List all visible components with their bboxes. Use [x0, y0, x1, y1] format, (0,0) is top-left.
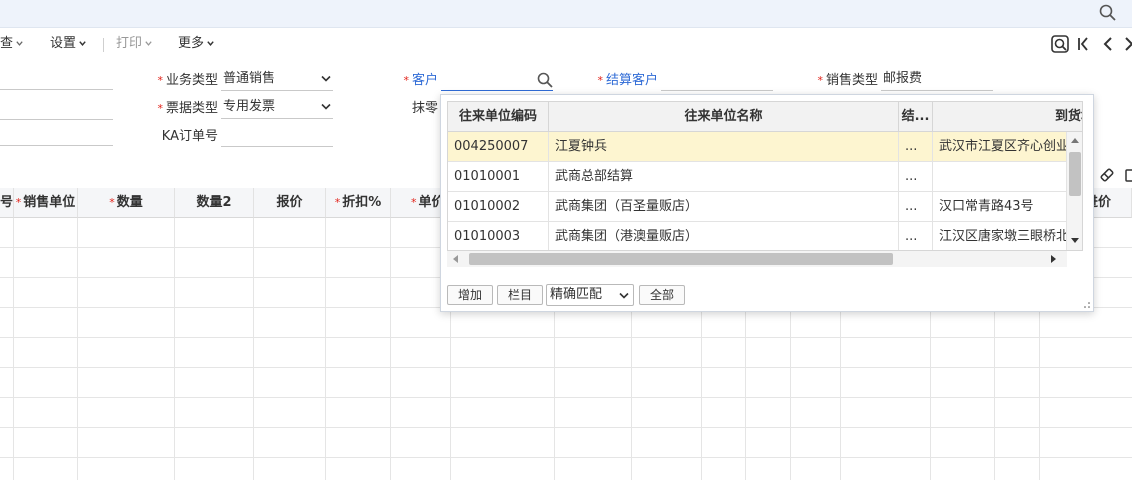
- customer-lookup-table: 往来单位编码 往来单位名称 结... 到货地 004250007 江夏钟兵 ..…: [447, 101, 1083, 251]
- cell-settle: ...: [899, 222, 933, 250]
- grid-header-cost-price: 进价: [1091, 188, 1132, 218]
- eraser-icon[interactable]: [1098, 166, 1116, 184]
- next-record-icon[interactable]: [1122, 34, 1132, 54]
- sales-type-label: * 销售类型: [817, 73, 878, 88]
- table-row[interactable]: [0, 308, 1132, 338]
- chevron-down-icon: [79, 41, 86, 46]
- cell-address: 江汉区唐家墩三眼桥北: [933, 222, 1068, 250]
- chevron-down-icon: [16, 41, 23, 46]
- grid-header-quote: 报价: [254, 188, 326, 218]
- cell-settle: ...: [899, 132, 933, 162]
- ka-order-label: KA订单号: [161, 129, 218, 144]
- list-item[interactable]: 01010002 武商集团（百圣量贩店） ... 汉口常青路43号: [448, 192, 1068, 222]
- settle-customer-input[interactable]: [661, 69, 773, 91]
- grid-header-seq: 号: [0, 188, 14, 218]
- toolbar-settings-button[interactable]: 设置: [50, 35, 87, 53]
- table-row[interactable]: [0, 338, 1132, 368]
- copy-icon[interactable]: [1124, 166, 1132, 184]
- cell-address: 武汉市江夏区齐心创业: [933, 132, 1068, 162]
- toolbar-query-button[interactable]: 查: [0, 35, 24, 53]
- cell-address: [933, 162, 1068, 192]
- cell-address: 汉口常青路43号: [933, 192, 1068, 222]
- vertical-scroll-thumb[interactable]: [1069, 152, 1081, 196]
- cell-name: 武商集团（港澳量贩店）: [549, 222, 899, 250]
- grid-header-quantity2: 数量2: [175, 188, 254, 218]
- chevron-down-icon: [145, 41, 152, 46]
- customer-lookup-popup: 往来单位编码 往来单位名称 结... 到货地 004250007 江夏钟兵 ..…: [440, 94, 1094, 312]
- grid-divider: [77, 218, 78, 480]
- settle-customer-label: * 结算客户: [597, 73, 658, 88]
- cell-name: 武商集团（百圣量贩店）: [549, 192, 899, 222]
- scroll-left-icon[interactable]: [453, 255, 458, 263]
- show-all-button[interactable]: 全部: [639, 285, 685, 305]
- toolbar-print-button[interactable]: 打印: [116, 35, 153, 53]
- table-row[interactable]: [0, 368, 1132, 398]
- customer-label: * 客户: [403, 73, 438, 88]
- add-button[interactable]: 增加: [447, 285, 493, 305]
- popup-header-code: 往来单位编码: [448, 102, 549, 132]
- cell-code: 01010002: [448, 192, 549, 222]
- grid-header-discount: * 折扣%: [326, 188, 391, 218]
- chevron-down-icon: [207, 41, 214, 46]
- toolbar-divider: [103, 38, 104, 52]
- columns-button[interactable]: 栏目: [497, 285, 543, 305]
- cell-code: 01010001: [448, 162, 549, 192]
- grid-divider: [253, 218, 254, 480]
- match-mode-select[interactable]: 精确匹配: [546, 284, 634, 306]
- first-record-icon[interactable]: [1074, 34, 1094, 54]
- left-field-3[interactable]: [0, 124, 113, 146]
- table-row[interactable]: [0, 428, 1132, 458]
- horizontal-scroll-thumb[interactable]: [469, 253, 893, 265]
- previous-record-icon[interactable]: [1098, 34, 1118, 54]
- rounding-label: 抹零: [411, 101, 438, 116]
- search-icon[interactable]: [1098, 3, 1118, 23]
- horizontal-scrollbar[interactable]: [447, 251, 1067, 267]
- sales-type-input[interactable]: 邮报费: [881, 69, 993, 91]
- chevron-down-icon: [321, 103, 331, 110]
- list-item[interactable]: 01010003 武商集团（港澳量贩店） ... 江汉区唐家墩三眼桥北: [448, 222, 1068, 250]
- resize-grip-icon[interactable]: [1084, 302, 1090, 308]
- left-field-1[interactable]: [0, 68, 113, 90]
- business-type-label: * 业务类型: [157, 73, 218, 88]
- grid-header-sales-unit: * 销售单位: [14, 188, 78, 218]
- cell-name: 武商总部结算: [549, 162, 899, 192]
- list-item[interactable]: 01010001 武商总部结算 ...: [448, 162, 1068, 192]
- cell-settle: ...: [899, 162, 933, 192]
- find-icon[interactable]: [1050, 34, 1070, 54]
- cell-name: 江夏钟兵: [549, 132, 899, 162]
- list-item[interactable]: 004250007 江夏钟兵 ... 武汉市江夏区齐心创业: [448, 132, 1068, 162]
- scroll-up-icon[interactable]: [1071, 138, 1079, 143]
- search-icon[interactable]: [536, 71, 554, 89]
- invoice-type-label: * 票据类型: [157, 101, 218, 116]
- business-type-select[interactable]: 普通销售: [221, 69, 333, 91]
- ka-order-input[interactable]: [221, 125, 333, 147]
- popup-header-name: 往来单位名称: [549, 102, 899, 132]
- invoice-type-select[interactable]: 专用发票: [221, 97, 333, 119]
- grid-divider: [13, 218, 14, 480]
- grid-divider: [325, 218, 326, 480]
- cell-settle: ...: [899, 192, 933, 222]
- scroll-right-icon[interactable]: [1051, 255, 1056, 263]
- grid-header-quantity: * 数量: [78, 188, 175, 218]
- toolbar-more-button[interactable]: 更多: [178, 35, 215, 53]
- table-row[interactable]: [0, 398, 1132, 428]
- vertical-scrollbar[interactable]: [1066, 132, 1082, 250]
- cell-code: 01010003: [448, 222, 549, 250]
- table-row[interactable]: [0, 458, 1132, 480]
- grid-divider: [174, 218, 175, 480]
- cell-code: 004250007: [448, 132, 549, 162]
- left-field-2[interactable]: [0, 98, 113, 120]
- popup-header-settle: 结...: [899, 102, 933, 132]
- popup-header-address: 到货地: [933, 102, 1082, 132]
- chevron-down-icon: [321, 75, 331, 82]
- top-bar: [0, 0, 1132, 28]
- grid-divider: [390, 218, 391, 480]
- scroll-down-icon[interactable]: [1071, 238, 1079, 243]
- chevron-down-icon: [619, 292, 629, 299]
- toolbar: 查 设置 打印 更多: [0, 28, 1132, 60]
